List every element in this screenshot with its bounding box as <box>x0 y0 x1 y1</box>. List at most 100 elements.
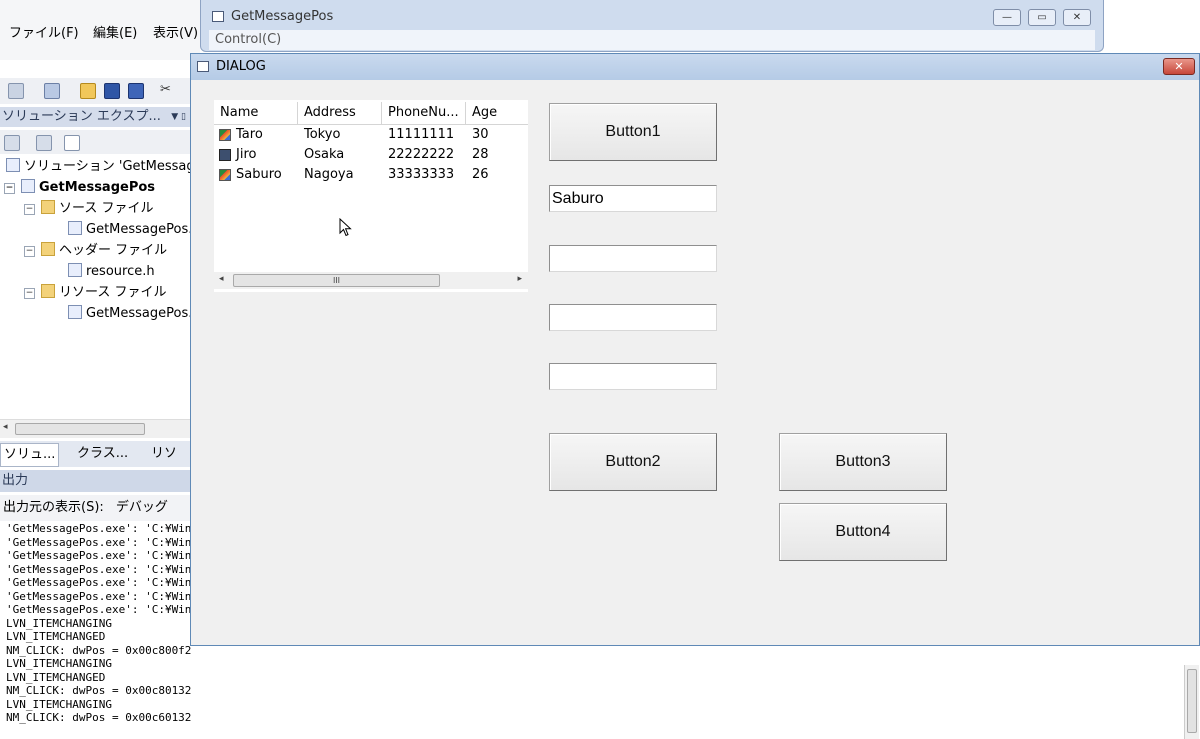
close-icon[interactable]: ✕ <box>1163 58 1195 75</box>
list-item[interactable]: Taro Tokyo 11111111 30 <box>214 125 528 145</box>
ide-menubar: ファイル(F) 編集(E) 表示(V) <box>0 0 200 60</box>
tree-project[interactable]: − GetMessagePos <box>4 178 155 198</box>
tree-resource-file[interactable]: GetMessagePos.r <box>68 304 190 324</box>
list-hscroll[interactable]: ◂ III ▸ <box>214 272 528 289</box>
close-icon[interactable]: ✕ <box>1063 9 1091 26</box>
output-line: LVN_ITEMCHANGING <box>6 657 112 670</box>
menu-edit[interactable]: 編集(E) <box>93 22 137 41</box>
cell-name: Saburo <box>236 167 282 182</box>
output-line: LVN_ITEMCHANGED <box>6 670 106 684</box>
getmessagepos-window: GetMessagePos — ▭ ✕ Control(C) <box>200 0 1104 52</box>
add-item-icon[interactable] <box>44 83 60 99</box>
tree-header-folder[interactable]: − ヘッダー ファイル <box>24 241 167 261</box>
collapse-icon[interactable]: − <box>24 204 35 215</box>
solution-tree-hscroll[interactable]: ◂ <box>0 419 190 438</box>
list-header: Name Address PhoneNu... Age <box>214 102 528 125</box>
monitor-icon <box>219 149 231 161</box>
list-view[interactable]: Name Address PhoneNu... Age Taro Tokyo 1… <box>214 100 528 292</box>
side-panel-tabs: ソリュ... クラス... リソ <box>0 441 190 467</box>
output-source-select[interactable]: デバッグ <box>116 500 168 515</box>
show-all-files-icon[interactable] <box>36 135 52 151</box>
button4[interactable]: Button4 <box>779 503 947 561</box>
solution-explorer-toolbar <box>0 130 190 154</box>
new-project-icon[interactable] <box>8 83 24 99</box>
scroll-left-icon[interactable]: ◂ <box>3 422 8 432</box>
scroll-right-icon[interactable]: ▸ <box>517 274 522 284</box>
cell-address: Tokyo <box>304 127 341 142</box>
cell-phone: 11111111 <box>388 127 455 142</box>
list-item[interactable]: Saburo Nagoya 33333333 26 <box>214 165 528 185</box>
column-header-name[interactable]: Name <box>214 102 298 124</box>
window-menubar: Control(C) <box>209 30 1095 50</box>
button2[interactable]: Button2 <box>549 433 717 491</box>
menu-control[interactable]: Control(C) <box>215 32 281 47</box>
tree-resource-folder[interactable]: − リソース ファイル <box>24 283 166 303</box>
cell-address: Nagoya <box>304 167 354 182</box>
tree-solution[interactable]: ソリューション 'GetMessag <box>6 157 190 177</box>
output-line: NM_CLICK: dwPos = 0x00c60132 <box>6 711 192 724</box>
edit3-field[interactable] <box>549 304 717 331</box>
window-icon <box>197 61 209 72</box>
button1[interactable]: Button1 <box>549 103 717 161</box>
collapse-icon[interactable]: − <box>24 246 35 257</box>
scroll-left-icon[interactable]: ◂ <box>219 274 224 284</box>
output-vscroll[interactable] <box>1184 665 1199 739</box>
tab-solution[interactable]: ソリュ... <box>0 443 60 467</box>
dialog-window: DIALOG ✕ Name Address PhoneNu... Age Tar… <box>190 53 1200 646</box>
tree-label: ソリューション 'GetMessag <box>24 159 190 174</box>
window-title: GetMessagePos <box>231 9 334 24</box>
solution-explorer-title: ソリューション エクスプ... ▼ ▯ <box>0 107 190 127</box>
tab-label: ソリュ... <box>4 447 56 462</box>
tab-label: リソ <box>151 446 178 461</box>
cell-phone: 22222222 <box>388 147 455 162</box>
save-icon[interactable] <box>104 83 120 99</box>
edit2-field[interactable] <box>549 245 717 272</box>
output-line: NM_CLICK: dwPos = 0x00c80132 <box>6 684 192 697</box>
scroll-thumb[interactable]: III <box>233 274 440 287</box>
resource-file-icon <box>68 305 82 319</box>
output-line: LVN_ITEMCHANGING <box>6 697 112 711</box>
tab-class[interactable]: クラス... <box>74 443 131 465</box>
edit1-field[interactable]: Saburo <box>549 185 717 212</box>
cut-icon[interactable]: ✂ <box>160 83 171 97</box>
edit4-field[interactable] <box>549 363 717 390</box>
menu-file[interactable]: ファイル(F) <box>9 22 79 41</box>
ide-toolbar: ✂ <box>0 78 200 104</box>
cell-age: 26 <box>472 167 489 182</box>
tree-source-file[interactable]: GetMessagePos.c <box>68 220 190 240</box>
maximize-icon[interactable]: ▭ <box>1028 9 1056 26</box>
properties-icon[interactable] <box>4 135 20 151</box>
minimize-icon[interactable]: — <box>993 9 1021 26</box>
tree-header-file[interactable]: resource.h <box>68 262 155 282</box>
mouse-cursor-icon <box>339 218 352 237</box>
save-all-icon[interactable] <box>128 83 144 99</box>
open-icon[interactable] <box>80 83 96 99</box>
tree-label: GetMessagePos <box>39 180 156 195</box>
menu-view[interactable]: 表示(V) <box>153 22 198 41</box>
collapse-icon[interactable]: − <box>4 183 15 194</box>
collapse-icon[interactable]: − <box>24 288 35 299</box>
dialog-titlebar[interactable]: DIALOG ✕ <box>191 54 1199 80</box>
column-header-address[interactable]: Address <box>298 102 382 124</box>
tree-label: リソース ファイル <box>59 285 167 300</box>
scroll-thumb[interactable] <box>1187 669 1197 733</box>
cell-address: Osaka <box>304 147 345 162</box>
refresh-icon[interactable] <box>64 135 80 151</box>
cell-age: 28 <box>472 147 489 162</box>
chevron-down-icon[interactable]: ▼ ▯ <box>171 107 186 127</box>
tree-label: ソース ファイル <box>59 201 154 216</box>
cell-name: Taro <box>236 127 263 142</box>
scroll-thumb[interactable] <box>15 423 145 435</box>
tab-resource[interactable]: リソ <box>148 443 180 465</box>
button3[interactable]: Button3 <box>779 433 947 491</box>
header-file-icon <box>68 263 82 277</box>
column-header-age[interactable]: Age <box>466 102 528 124</box>
tree-source-folder[interactable]: − ソース ファイル <box>24 199 153 219</box>
folder-icon <box>41 284 55 298</box>
tree-label: GetMessagePos.r <box>86 306 190 321</box>
list-item[interactable]: Jiro Osaka 22222222 28 <box>214 145 528 165</box>
cell-age: 30 <box>472 127 489 142</box>
output-source-label: 出力元の表示(S): <box>3 500 104 515</box>
folder-icon <box>41 242 55 256</box>
column-header-phone[interactable]: PhoneNu... <box>382 102 466 124</box>
